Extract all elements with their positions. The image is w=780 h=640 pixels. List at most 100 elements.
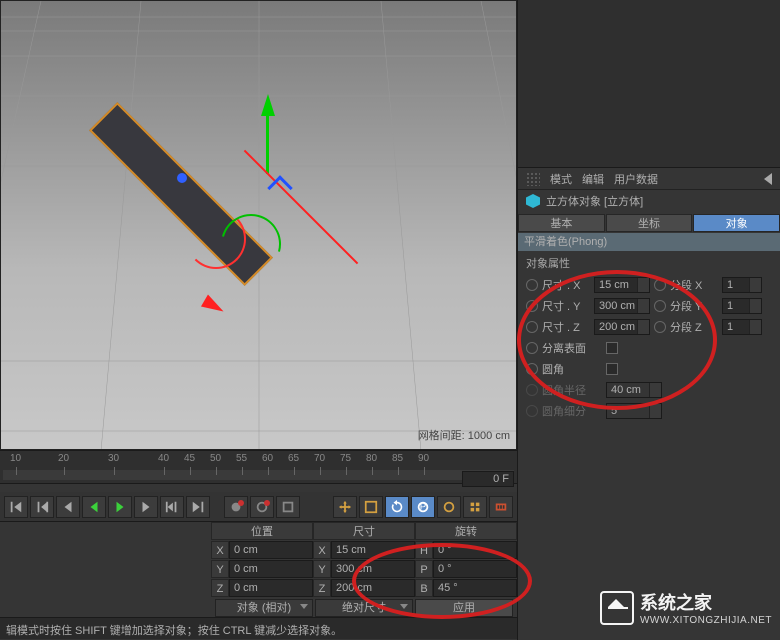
tick: 55	[236, 453, 247, 464]
separate-surface-checkbox[interactable]	[606, 342, 618, 354]
anim-dot-fillet[interactable]	[526, 363, 538, 375]
prev-key-button[interactable]	[30, 496, 54, 518]
step-back-button[interactable]	[56, 496, 80, 518]
tick: 80	[366, 453, 377, 464]
size-y-value: 300 cm	[599, 300, 635, 312]
selection-tool-button[interactable]	[437, 496, 461, 518]
scale-tool-button[interactable]	[359, 496, 383, 518]
spinner-icon[interactable]	[749, 278, 761, 292]
nav-back-icon[interactable]	[764, 173, 772, 185]
tick: 60	[262, 453, 273, 464]
size-y-attr-input[interactable]: 300 cm	[594, 298, 650, 314]
anim-dot-seg-y[interactable]	[654, 300, 666, 312]
record-key-button[interactable]	[224, 496, 248, 518]
seg-z-value: 1	[727, 321, 733, 333]
rot-p-input[interactable]: 0 °	[433, 560, 517, 578]
size-x-label: X	[313, 541, 331, 559]
spinner-icon[interactable]	[749, 320, 761, 334]
tab-coord[interactable]: 坐标	[606, 214, 693, 232]
menu-mode[interactable]: 模式	[550, 171, 572, 187]
right-panel-top-region	[518, 0, 780, 168]
tick: 65	[288, 453, 299, 464]
tab-basic[interactable]: 基本	[518, 214, 605, 232]
seg-y-attr-input[interactable]: 1	[722, 298, 762, 314]
size-y-input[interactable]: 300 cm	[331, 560, 415, 578]
separate-surface-label: 分离表面	[542, 340, 602, 356]
spinner-icon[interactable]	[637, 320, 649, 334]
rot-h-input[interactable]: 0 °	[433, 541, 517, 559]
rot-b-input[interactable]: 45 °	[433, 579, 517, 597]
watermark-logo-icon	[600, 591, 634, 625]
timeline[interactable]: 10 20 30 40 45 50 55 60 65 70 75 80 85 9…	[0, 450, 517, 484]
center-handle[interactable]	[177, 173, 187, 183]
play-back-button[interactable]	[82, 496, 106, 518]
seg-x-attr-input[interactable]: 1	[722, 277, 762, 293]
fillet-checkbox[interactable]	[606, 363, 618, 375]
seg-y-value: 1	[727, 300, 733, 312]
go-start-button[interactable]	[4, 496, 28, 518]
anim-dot-seg-x[interactable]	[654, 279, 666, 291]
coordinates-panel: 位置 尺寸 旋转 X 0 cm X 15 cm H 0 ° Y 0 cm Y 3…	[211, 522, 517, 617]
rotate-tool-button[interactable]	[385, 496, 409, 518]
pos-y-label: Y	[211, 560, 229, 578]
fillet-label: 圆角	[542, 361, 602, 377]
pos-z-input[interactable]: 0 cm	[229, 579, 313, 597]
tick: 45	[184, 453, 195, 464]
current-frame-input[interactable]: 0 F	[462, 471, 514, 487]
pos-y-input[interactable]: 0 cm	[229, 560, 313, 578]
svg-text:P: P	[420, 501, 426, 512]
size-z-attr-label: 尺寸 . Z	[542, 319, 590, 335]
coord-mode-select[interactable]: 对象 (相对)	[215, 599, 313, 617]
size-x-input[interactable]: 15 cm	[331, 541, 415, 559]
apply-button[interactable]: 应用	[415, 599, 513, 617]
panel-drag-icon[interactable]	[526, 172, 540, 186]
anim-dot-size-z[interactable]	[526, 321, 538, 333]
keyframe-options-button[interactable]	[276, 496, 300, 518]
spinner-icon[interactable]	[749, 299, 761, 313]
pos-z-label: Z	[211, 579, 229, 597]
tab-object[interactable]: 对象	[693, 214, 780, 232]
anim-dot-separate[interactable]	[526, 342, 538, 354]
move-tool-button[interactable]	[333, 496, 357, 518]
parameter-mode-button[interactable]: P	[411, 496, 435, 518]
cube-icon	[526, 194, 540, 208]
pos-x-input[interactable]: 0 cm	[229, 541, 313, 559]
fillet-sub-input: 5	[606, 403, 662, 419]
size-x-attr-input[interactable]: 15 cm	[594, 277, 650, 293]
axis-y-stem	[266, 114, 269, 174]
size-z-value: 200 cm	[599, 321, 635, 333]
size-z-input[interactable]: 200 cm	[331, 579, 415, 597]
anim-dot-size-y[interactable]	[526, 300, 538, 312]
spinner-icon[interactable]	[637, 299, 649, 313]
tick: 50	[210, 453, 221, 464]
axis-y-arrow-icon	[261, 94, 275, 116]
spinner-icon[interactable]	[637, 278, 649, 292]
timeline-ticks[interactable]: 10 20 30 40 45 50 55 60 65 70 75 80 85 9…	[0, 453, 517, 483]
point-level-button[interactable]	[463, 496, 487, 518]
step-forward-button[interactable]	[134, 496, 158, 518]
size-y-attr-label: 尺寸 . Y	[542, 298, 590, 314]
object-title: 立方体对象 [立方体]	[546, 193, 643, 209]
seg-z-attr-input[interactable]: 1	[722, 319, 762, 335]
size-mode-select[interactable]: 绝对尺寸	[315, 599, 413, 617]
anim-dot-seg-z[interactable]	[654, 321, 666, 333]
size-z-attr-input[interactable]: 200 cm	[594, 319, 650, 335]
phong-tag-row[interactable]: 平滑着色(Phong)	[518, 233, 780, 251]
autokey-button[interactable]	[250, 496, 274, 518]
position-header: 位置	[211, 522, 313, 540]
seg-x-attr-label: 分段 X	[670, 277, 718, 293]
size-header: 尺寸	[313, 522, 415, 540]
viewport-object[interactable]	[131, 94, 351, 304]
timeline-ruler[interactable]	[3, 470, 514, 480]
menu-userdata[interactable]: 用户数据	[614, 171, 658, 187]
anim-dot-fillet-sub	[526, 405, 538, 417]
tick: 85	[392, 453, 403, 464]
anim-dot-size-x[interactable]	[526, 279, 538, 291]
menu-edit[interactable]: 编辑	[582, 171, 604, 187]
go-end-button[interactable]	[186, 496, 210, 518]
viewport-3d[interactable]: 网格间距: 1000 cm	[0, 0, 517, 450]
play-forward-button[interactable]	[108, 496, 132, 518]
next-key-button[interactable]	[160, 496, 184, 518]
animation-layer-button[interactable]	[489, 496, 513, 518]
rot-p-label: P	[415, 560, 433, 578]
